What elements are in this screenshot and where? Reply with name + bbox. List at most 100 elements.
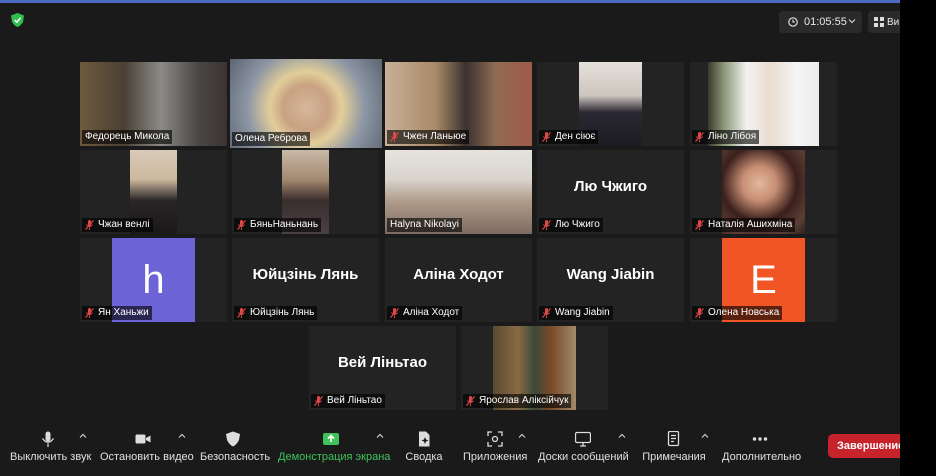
muted-mic-icon <box>314 396 323 406</box>
participant-name-label: Halyna Nikolayi <box>387 218 462 232</box>
summary-button[interactable]: Сводка <box>402 428 446 463</box>
clock-icon <box>788 17 798 27</box>
participant-name-label: Ян Ханьжи <box>82 306 152 320</box>
end-meeting-button[interactable]: Завершение <box>828 434 900 458</box>
more-dots-icon <box>752 437 768 441</box>
share-screen-icon <box>323 433 339 445</box>
participant-name-label: Наталія Ашихміна <box>692 218 796 232</box>
muted-mic-icon <box>542 308 551 318</box>
avatar-letter: E <box>750 257 777 302</box>
participant-display-name: Юйцзінь Лянь <box>252 266 359 283</box>
chevron-up-icon[interactable] <box>376 432 384 440</box>
video-tile[interactable]: Wang Jiabin Wang Jiabin <box>537 238 684 322</box>
mute-label: Выключить звук <box>10 451 92 463</box>
participant-name-label: Лю Чжиго <box>539 218 603 232</box>
meeting-timer[interactable]: 01:05:55 <box>779 11 862 33</box>
whiteboard-icon <box>575 431 591 447</box>
muted-mic-icon <box>542 220 551 230</box>
muted-mic-icon <box>390 132 399 142</box>
chevron-up-icon[interactable] <box>518 432 526 440</box>
participant-name-label: Вей Ліньтао <box>311 394 385 408</box>
muted-mic-icon <box>695 308 704 318</box>
participant-name-label: Чжен Ланьюе <box>387 130 470 144</box>
muted-mic-icon <box>390 308 399 318</box>
chevron-up-icon[interactable] <box>79 432 87 440</box>
apps-label: Приложения <box>463 451 528 463</box>
share-screen-label: Демонстрация экрана <box>278 451 391 463</box>
summary-label: Сводка <box>405 451 443 463</box>
notes-button[interactable]: Примечания <box>642 428 706 463</box>
whiteboard-button[interactable]: Доски сообщений <box>538 428 629 463</box>
grid-icon <box>874 17 884 27</box>
outside-area <box>900 0 936 476</box>
view-button[interactable]: Ви <box>868 11 900 33</box>
security-label: Безопасность <box>200 451 271 463</box>
video-tile[interactable]: Аліна Ходот Аліна Ходот <box>385 238 532 322</box>
participant-display-name: Лю Чжиго <box>573 178 648 195</box>
participant-name-label: Олена Реброва <box>232 132 311 146</box>
window-top-border <box>0 0 900 3</box>
view-label: Ви <box>887 16 900 28</box>
video-tile[interactable]: Ярослав Аліксійчук <box>461 326 608 410</box>
timer-text: 01:05:55 <box>804 16 847 28</box>
more-label: Дополнительно <box>722 451 802 463</box>
participant-display-name: Аліна Ходот <box>413 266 504 283</box>
video-tile[interactable]: Наталія Ашихміна <box>690 150 837 234</box>
video-tile[interactable]: Лю Чжиго Лю Чжиго <box>537 150 684 234</box>
participant-name-label: Ден сіює <box>539 130 599 144</box>
video-tile-active-speaker[interactable]: Олена Реброва <box>230 59 382 148</box>
video-tile[interactable]: Вей Ліньтао Вей Ліньтао <box>309 326 456 410</box>
apps-icon <box>487 431 503 447</box>
video-tile[interactable]: Halyna Nikolayi <box>385 150 532 234</box>
stop-video-button[interactable]: Остановить видео <box>100 428 194 463</box>
participant-name-label: Ліно Лібоя <box>692 130 760 144</box>
video-tile[interactable]: Чжан венлі <box>80 150 227 234</box>
meeting-window: 01:05:55 Ви Федорець Микола Олена Ребров… <box>0 0 900 476</box>
muted-mic-icon <box>237 220 246 230</box>
video-tile[interactable]: Федорець Микола <box>80 62 227 146</box>
avatar-letter: h <box>142 257 165 302</box>
stop-video-label: Остановить видео <box>100 451 194 463</box>
chevron-up-icon[interactable] <box>618 432 626 440</box>
participant-display-name: Wang Jiabin <box>566 266 655 283</box>
meeting-toolbar: Выключить звук Остановить видео Безопасн… <box>0 424 900 476</box>
shield-icon <box>226 431 240 447</box>
security-button[interactable]: Безопасность <box>200 428 270 463</box>
share-screen-button[interactable]: Демонстрация экрана <box>278 428 390 463</box>
participant-name-label: Wang Jiabin <box>539 306 613 320</box>
mute-button[interactable]: Выключить звук <box>10 428 91 463</box>
notes-icon <box>667 431 680 447</box>
video-tile[interactable]: БяньНаньнань <box>232 150 379 234</box>
participant-name-label: Ярослав Аліксійчук <box>463 394 572 408</box>
video-tile[interactable]: E Олена Новська <box>690 238 837 322</box>
participant-name-label: Федорець Микола <box>82 130 173 144</box>
video-tile[interactable]: Ден сіює <box>537 62 684 146</box>
muted-mic-icon <box>85 308 94 318</box>
video-tile[interactable]: Чжен Ланьюе <box>385 62 532 146</box>
muted-mic-icon <box>542 132 551 142</box>
encryption-shield-icon[interactable] <box>11 13 24 27</box>
participant-name-label: Юйцзінь Лянь <box>234 306 318 320</box>
participant-name-label: БяньНаньнань <box>234 218 322 232</box>
muted-mic-icon <box>695 220 704 230</box>
video-tile[interactable]: h Ян Ханьжи <box>80 238 227 322</box>
video-tile[interactable]: Ліно Лібоя <box>690 62 837 146</box>
muted-mic-icon <box>85 220 94 230</box>
participant-name-label: Чжан венлі <box>82 218 153 232</box>
participant-name-label: Аліна Ходот <box>387 306 463 320</box>
chevron-up-icon[interactable] <box>701 432 709 440</box>
more-button[interactable]: Дополнительно <box>722 428 802 463</box>
microphone-icon <box>41 431 55 447</box>
end-meeting-label: Завершение <box>837 440 900 452</box>
video-tile[interactable]: Юйцзінь Лянь Юйцзінь Лянь <box>232 238 379 322</box>
chevron-down-icon <box>848 19 856 24</box>
summary-icon <box>419 431 430 447</box>
participant-display-name: Вей Ліньтао <box>337 354 428 371</box>
whiteboard-label: Доски сообщений <box>538 451 629 463</box>
muted-mic-icon <box>237 308 246 318</box>
chevron-up-icon[interactable] <box>178 432 186 440</box>
muted-mic-icon <box>695 132 704 142</box>
notes-label: Примечания <box>642 451 706 463</box>
video-camera-icon <box>135 434 151 444</box>
muted-mic-icon <box>466 396 475 406</box>
